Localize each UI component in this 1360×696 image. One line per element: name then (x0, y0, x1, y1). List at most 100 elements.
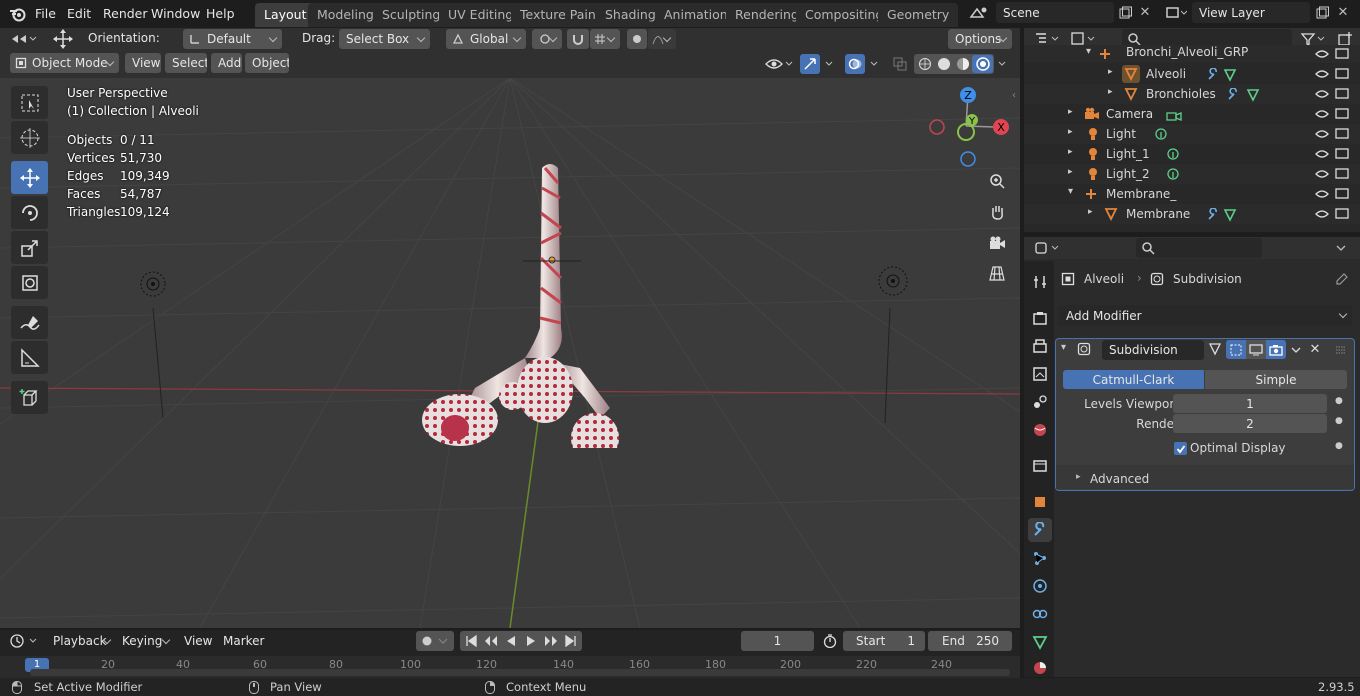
expand-arrow-icon[interactable]: ▸ (1068, 167, 1073, 177)
rotate-tool[interactable] (11, 196, 48, 229)
expand-arrow-icon[interactable]: ▸ (1108, 87, 1113, 97)
light-object-icon[interactable] (877, 265, 909, 297)
tab-texture-paint[interactable]: Texture Paint (511, 3, 610, 27)
drag-dropdown[interactable]: Select Box (339, 29, 430, 49)
snap-toggle[interactable] (567, 29, 589, 49)
light-object-icon[interactable] (139, 270, 167, 298)
cursor-tool[interactable] (11, 121, 48, 154)
marker-menu[interactable]: Marker (216, 631, 266, 651)
expand-arrow-icon[interactable]: ▸ (1068, 107, 1073, 117)
annotate-tool[interactable] (11, 306, 48, 339)
tool-tab-icon[interactable] (1028, 270, 1052, 294)
stopwatch-icon[interactable] (820, 631, 840, 651)
outliner-row[interactable]: ▸ Membrane (1024, 204, 1360, 224)
timeline-scrollbar[interactable] (30, 669, 1010, 676)
expand-arrow-icon[interactable]: ▸ (1068, 127, 1073, 137)
camera-view-icon[interactable] (984, 230, 1010, 256)
chevron-down-icon[interactable] (822, 54, 836, 74)
add-modifier-dropdown[interactable]: Add Modifier (1058, 305, 1352, 326)
tab-modeling[interactable]: Modeling (308, 3, 383, 27)
output-tab-icon[interactable] (1028, 334, 1052, 358)
outliner-row[interactable]: ▸ Light (1024, 124, 1360, 144)
menu-add[interactable]: Add (211, 53, 242, 73)
drag-handle-icon[interactable] (1333, 340, 1349, 359)
measure-tool[interactable] (11, 341, 48, 374)
menu-edit[interactable]: Edit (61, 4, 97, 24)
editor-type-icon[interactable] (8, 29, 40, 49)
outliner-row[interactable]: ▸ Light_2 (1024, 164, 1360, 184)
properties-search-input[interactable] (1136, 238, 1262, 258)
expand-arrow-icon[interactable]: ▸ (1108, 67, 1113, 77)
outliner-row[interactable]: ▾ Membrane_ (1024, 184, 1360, 204)
frame-ruler[interactable]: 1 20 40 60 80 100 120 140 160 180 200 22… (0, 656, 1020, 678)
close-icon[interactable]: ✕ (1334, 3, 1352, 21)
view-layer-tab-icon[interactable] (1028, 362, 1052, 386)
navigation-gizmo[interactable]: Z X Y (924, 83, 1014, 173)
alveoli-model[interactable] (415, 158, 630, 448)
auto-keying-toggle[interactable] (416, 631, 454, 651)
close-icon[interactable]: ✕ (1307, 340, 1323, 359)
play-reverse-icon[interactable] (501, 631, 521, 651)
edit-mode-icon[interactable] (1208, 341, 1222, 357)
overlays-toggle-icon[interactable] (845, 54, 865, 74)
collection-tab-icon[interactable] (1028, 454, 1052, 478)
pan-hand-icon[interactable] (984, 199, 1010, 225)
select-box-tool[interactable] (11, 86, 48, 119)
transform-orientation-dropdown[interactable]: Global (446, 29, 526, 49)
add-cube-tool[interactable] (11, 381, 48, 414)
playback-menu[interactable]: Playback (46, 631, 116, 651)
object-tab-icon[interactable] (1028, 490, 1052, 514)
transform-tool[interactable] (11, 266, 48, 299)
proportional-editing-toggle[interactable] (627, 29, 647, 49)
modifier-tab-icon[interactable] (1028, 518, 1052, 542)
scene-tab-icon[interactable] (1028, 390, 1052, 414)
menu-file[interactable]: File (29, 4, 62, 24)
data-tab-icon[interactable] (1028, 630, 1052, 654)
mode-dropdown[interactable]: Object Mode (10, 53, 119, 73)
tab-uv-editing[interactable]: UV Editing (439, 3, 523, 27)
physics-tab-icon[interactable] (1028, 574, 1052, 598)
keying-menu[interactable]: Keying (115, 631, 175, 651)
timeline-editor-icon[interactable] (8, 631, 40, 651)
timeline-view-menu[interactable]: View (177, 631, 217, 651)
next-keyframe-icon[interactable] (541, 631, 561, 651)
menu-select[interactable]: Select (165, 53, 207, 73)
tab-layout[interactable]: Layout (255, 3, 316, 27)
blender-logo-icon[interactable] (8, 5, 28, 23)
render-levels-field[interactable]: 2 (1173, 414, 1327, 433)
render-camera-icon[interactable] (1266, 340, 1286, 359)
modifier-name-input[interactable]: Subdivision (1102, 340, 1204, 360)
outliner-row[interactable]: ▸ Camera (1024, 104, 1360, 124)
outliner-row[interactable]: ▸ Alveoli (1024, 64, 1360, 84)
catmull-clark-button[interactable]: Catmull-Clark (1063, 370, 1204, 389)
options-dropdown[interactable]: Options (948, 29, 1012, 49)
prev-keyframe-icon[interactable] (481, 631, 501, 651)
sidebar-toggle-icon[interactable]: ‹ (1012, 90, 1020, 104)
zoom-icon[interactable] (984, 168, 1010, 194)
close-icon[interactable]: ✕ (1136, 3, 1154, 21)
start-frame-field[interactable]: Start 1 (843, 631, 925, 651)
new-view-layer-icon[interactable] (1313, 3, 1331, 21)
snap-target-dropdown[interactable] (590, 29, 620, 49)
menu-window[interactable]: Window (145, 4, 206, 24)
falloff-dropdown[interactable] (648, 29, 676, 49)
expand-arrow-icon[interactable]: ▾ (1068, 186, 1073, 197)
levels-viewport-field[interactable]: 1 (1173, 394, 1327, 413)
material-shading-icon[interactable] (953, 55, 972, 73)
menu-view[interactable]: View (125, 53, 161, 73)
expand-arrow-icon[interactable]: ▸ (1076, 472, 1081, 482)
tab-sculpting[interactable]: Sculpting (373, 3, 450, 27)
chevron-down-icon[interactable] (867, 54, 881, 74)
jump-start-icon[interactable] (461, 631, 481, 651)
chevron-down-icon[interactable] (1288, 340, 1304, 359)
on-cage-icon[interactable] (1226, 340, 1246, 359)
new-scene-icon[interactable] (1116, 3, 1134, 21)
pivot-point-dropdown[interactable] (532, 29, 562, 49)
current-frame-field[interactable]: 1 (741, 631, 814, 651)
orientation-dropdown[interactable]: Default (183, 29, 282, 49)
viewport-display-icon[interactable] (1246, 340, 1266, 359)
constraints-tab-icon[interactable] (1028, 602, 1052, 626)
chevron-down-icon[interactable] (995, 54, 1009, 74)
tab-geometry-nodes[interactable]: Geometry No (878, 3, 958, 27)
scene-icon[interactable] (966, 3, 992, 23)
